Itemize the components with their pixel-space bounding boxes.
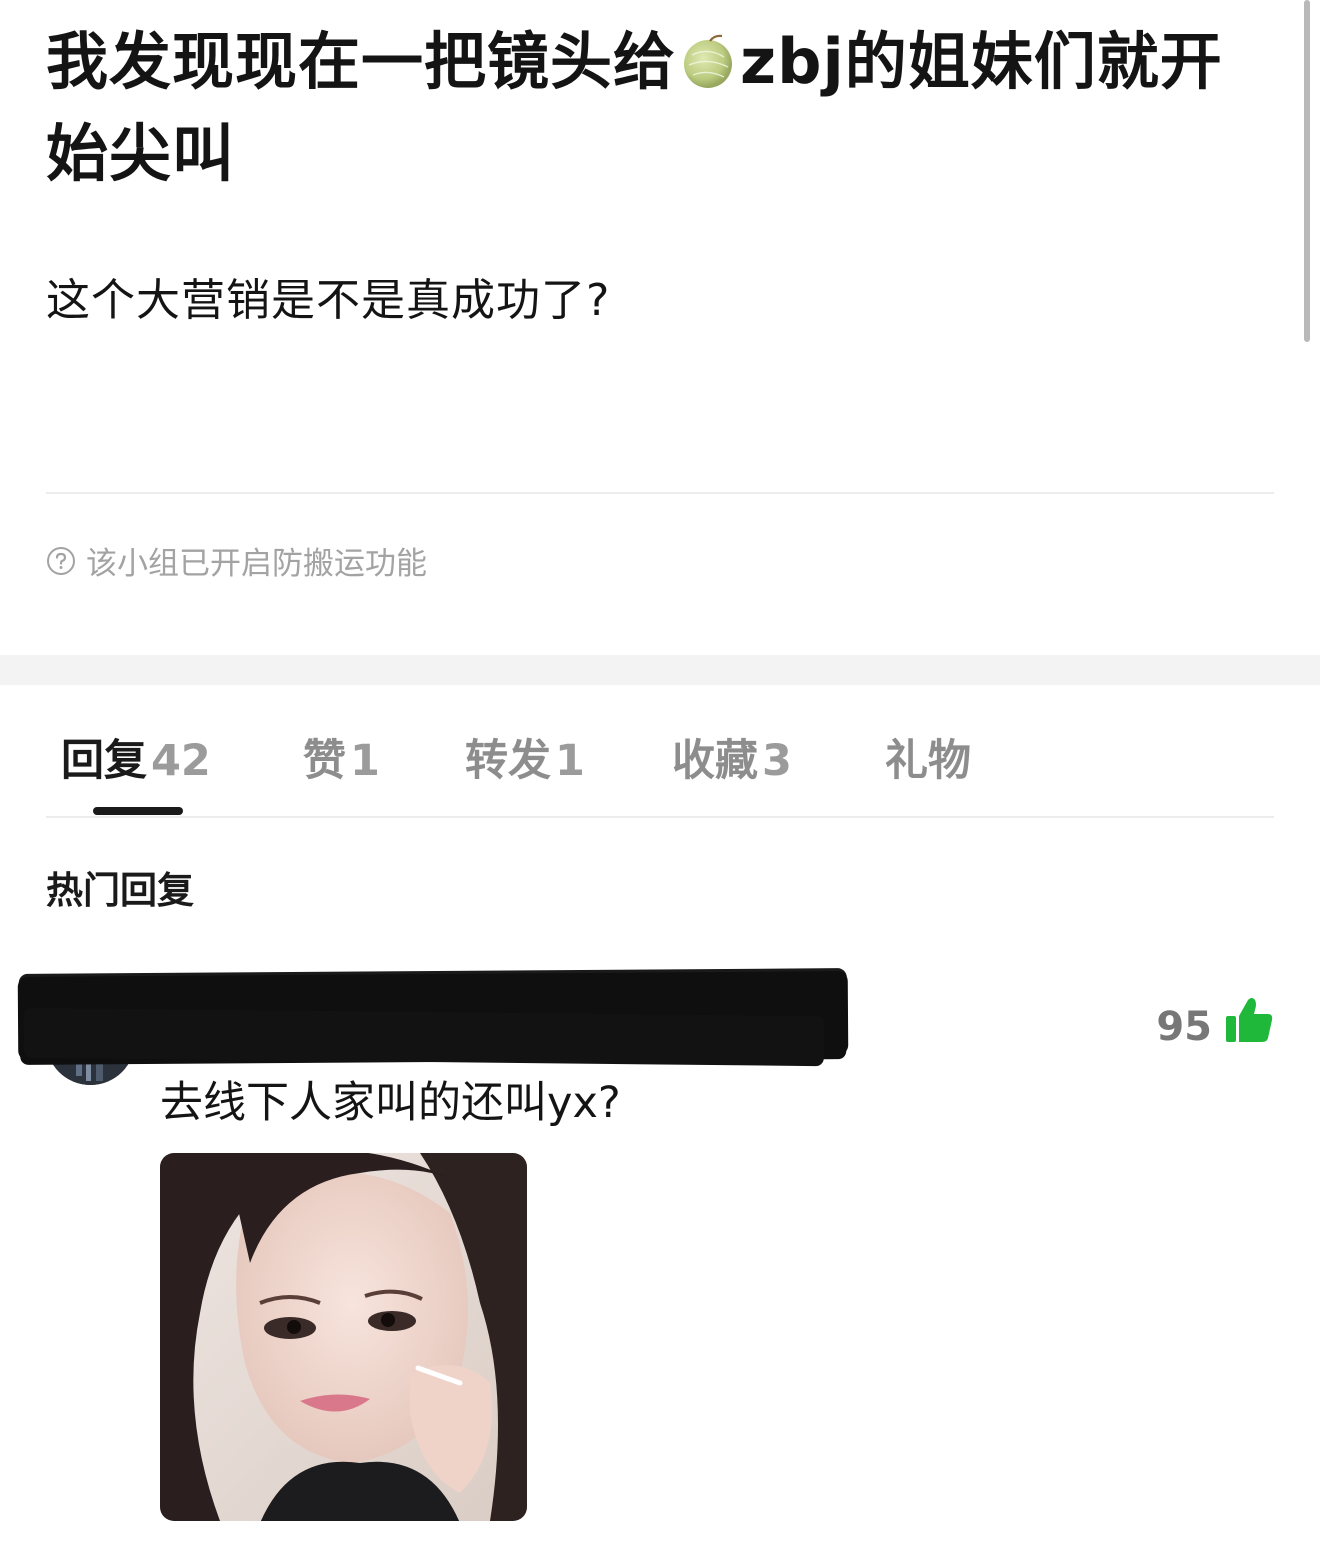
comment-image[interactable] — [160, 1153, 527, 1521]
tab-favorites-label: 收藏 — [672, 736, 758, 786]
tab-favorites-count: 3 — [762, 736, 792, 786]
thumbs-up-icon[interactable] — [1224, 996, 1274, 1046]
tab-likes[interactable]: 赞1 — [303, 726, 380, 788]
scrollbar[interactable] — [1304, 0, 1310, 342]
melon-icon — [680, 22, 736, 88]
tab-likes-label: 赞 — [303, 736, 346, 786]
tab-replies-count: 42 — [151, 736, 211, 786]
active-tab-indicator — [93, 807, 183, 815]
notice-text: 该小组已开启防搬运功能 — [86, 546, 427, 582]
tab-gifts-label: 礼物 — [885, 736, 971, 786]
divider — [46, 492, 1274, 494]
anti-repost-notice[interactable]: 该小组已开启防搬运功能 — [46, 538, 427, 583]
post-title: 我发现现在一把镜头给 zbj的姐妹们就开始尖叫 — [46, 16, 1281, 200]
redacted-username-overlay — [23, 1007, 825, 1067]
tab-reposts-label: 转发 — [465, 736, 551, 786]
help-circle-icon — [47, 546, 75, 575]
post-body: 这个大营销是不是真成功了? — [46, 275, 611, 326]
section-separator — [0, 655, 1320, 685]
tab-favorites[interactable]: 收藏3 — [672, 726, 792, 788]
tab-bar: 回复42 赞1 转发1 收藏3 礼物 — [46, 700, 1274, 818]
tab-reposts-count: 1 — [555, 736, 585, 786]
hot-replies-heading: 热门回复 — [46, 869, 194, 912]
tab-gifts[interactable]: 礼物 — [885, 726, 971, 788]
post-title-start: 我发现现在一把镜头给 — [46, 25, 677, 98]
tab-likes-count: 1 — [350, 736, 380, 786]
tab-replies[interactable]: 回复42 — [61, 726, 211, 788]
tab-replies-label: 回复 — [61, 736, 147, 786]
like-count: 95 — [1156, 1004, 1212, 1050]
tab-reposts[interactable]: 转发1 — [465, 726, 585, 788]
comment-text: 去线下人家叫的还叫yx? — [160, 1078, 621, 1128]
